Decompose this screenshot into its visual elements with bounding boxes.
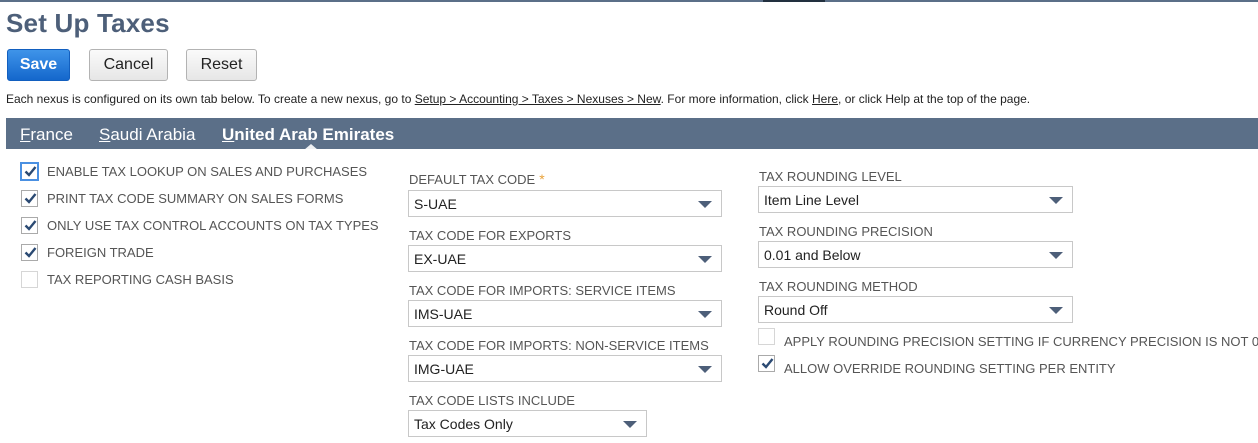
dropdown-arrow-icon (1049, 307, 1063, 314)
tab-united-arab-emirates[interactable]: United Arab Emirates (222, 125, 394, 145)
print-tax-code-summary-label: PRINT TAX CODE SUMMARY ON SALES FORMS (47, 191, 344, 206)
foreign-trade-checkbox[interactable] (21, 244, 38, 261)
default-tax-code-label-text: DEFAULT TAX CODE (409, 172, 536, 187)
default-tax-code-select[interactable]: S-UAE (408, 190, 722, 217)
apply-rounding-precision-checkbox[interactable] (758, 328, 775, 345)
info-text-after: , or click Help at the top of the page. (838, 92, 1031, 106)
tax-rounding-method-value: Round Off (764, 301, 828, 318)
required-marker: * (539, 171, 545, 187)
tax-code-lists-include-label: TAX CODE LISTS INCLUDE (409, 393, 575, 408)
tax-reporting-cash-basis-checkbox[interactable] (21, 271, 38, 288)
apply-rounding-precision-label: APPLY ROUNDING PRECISION SETTING IF CURR… (784, 334, 1258, 349)
tax-code-lists-include-value: Tax Codes Only (414, 415, 513, 432)
dropdown-arrow-icon (698, 311, 712, 318)
tab-uae-label: nited Arab Emirates (234, 125, 395, 144)
tax-reporting-cash-basis-label: TAX REPORTING CASH BASIS (47, 272, 234, 287)
cancel-button[interactable]: Cancel (89, 49, 168, 81)
info-text-before: Each nexus is configured on its own tab … (6, 92, 415, 106)
dropdown-arrow-icon (1049, 252, 1063, 259)
default-tax-code-value: S-UAE (414, 195, 457, 212)
checkmark-icon (24, 220, 37, 231)
only-use-tax-control-row: ONLY USE TAX CONTROL ACCOUNTS ON TAX TYP… (21, 217, 379, 234)
tab-saudi-arabia[interactable]: Saudi Arabia (99, 125, 195, 145)
page-title: Set Up Taxes (6, 8, 170, 38)
tax-rounding-precision-select[interactable]: 0.01 and Below (758, 241, 1073, 268)
save-button[interactable]: Save (7, 49, 70, 81)
default-tax-code-label: DEFAULT TAX CODE * (409, 171, 545, 187)
tax-reporting-cash-basis-row: TAX REPORTING CASH BASIS (21, 271, 234, 288)
tax-rounding-method-label: TAX ROUNDING METHOD (759, 279, 918, 294)
tab-saudi-arabia-label: audi Arabia (110, 125, 196, 144)
apply-rounding-precision-row: APPLY ROUNDING PRECISION SETTING IF CURR… (758, 328, 1258, 349)
tab-france[interactable]: France (20, 125, 73, 145)
allow-override-rounding-checkbox[interactable] (758, 355, 775, 372)
tax-code-lists-include-select[interactable]: Tax Codes Only (408, 410, 647, 437)
tax-rounding-level-label: TAX ROUNDING LEVEL (759, 169, 902, 184)
dropdown-arrow-icon (698, 256, 712, 263)
tax-rounding-precision-value: 0.01 and Below (764, 246, 861, 263)
tax-code-imports-nonservice-select[interactable]: IMG-UAE (408, 355, 722, 382)
allow-override-rounding-label: ALLOW OVERRIDE ROUNDING SETTING PER ENTI… (784, 361, 1116, 376)
info-text: Each nexus is configured on its own tab … (6, 92, 1030, 106)
allow-override-rounding-row: ALLOW OVERRIDE ROUNDING SETTING PER ENTI… (758, 355, 1116, 376)
checkmark-icon (24, 166, 37, 177)
tax-code-exports-value: EX-UAE (414, 250, 467, 267)
dropdown-arrow-icon (698, 366, 712, 373)
tax-code-exports-select[interactable]: EX-UAE (408, 245, 722, 272)
tax-rounding-level-select[interactable]: Item Line Level (758, 186, 1073, 213)
print-tax-code-summary-checkbox[interactable] (21, 190, 38, 207)
enable-tax-lookup-checkbox[interactable] (20, 162, 39, 181)
top-border-highlight (763, 0, 825, 2)
help-here-link[interactable]: Here (812, 92, 838, 106)
dropdown-arrow-icon (623, 421, 637, 428)
checkmark-icon (24, 193, 37, 204)
checkmark-icon (24, 247, 37, 258)
enable-tax-lookup-label: ENABLE TAX LOOKUP ON SALES AND PURCHASES (47, 164, 368, 179)
tab-uae-mnemonic: U (222, 125, 235, 144)
tax-code-imports-service-select[interactable]: IMS-UAE (408, 300, 722, 327)
foreign-trade-row: FOREIGN TRADE (21, 244, 154, 261)
tax-code-exports-label: TAX CODE FOR EXPORTS (409, 228, 572, 243)
tax-rounding-method-select[interactable]: Round Off (758, 296, 1073, 323)
checkmark-icon (761, 358, 774, 369)
tax-code-imports-service-value: IMS-UAE (414, 305, 473, 322)
print-tax-code-summary-row: PRINT TAX CODE SUMMARY ON SALES FORMS (21, 190, 343, 207)
tax-code-imports-nonservice-value: IMG-UAE (414, 360, 474, 377)
only-use-tax-control-checkbox[interactable] (21, 217, 38, 234)
setup-nexus-link[interactable]: Setup > Accounting > Taxes > Nexuses > N… (415, 92, 661, 106)
tax-code-imports-nonservice-label: TAX CODE FOR IMPORTS: NON-SERVICE ITEMS (409, 338, 709, 353)
foreign-trade-label: FOREIGN TRADE (47, 245, 154, 260)
info-text-middle: . For more information, click (660, 92, 813, 106)
tax-code-imports-service-label: TAX CODE FOR IMPORTS: SERVICE ITEMS (409, 283, 676, 298)
tab-saudi-arabia-mnemonic: S (99, 125, 111, 144)
tab-france-label: rance (30, 125, 73, 144)
reset-button[interactable]: Reset (186, 49, 257, 81)
top-border (0, 0, 1258, 2)
dropdown-arrow-icon (1049, 197, 1063, 204)
dropdown-arrow-icon (698, 201, 712, 208)
nexus-tab-bar: France Saudi Arabia United Arab Emirates (6, 118, 1258, 150)
tax-rounding-precision-label: TAX ROUNDING PRECISION (759, 224, 933, 239)
tab-france-mnemonic: F (20, 125, 31, 144)
enable-tax-lookup-row: ENABLE TAX LOOKUP ON SALES AND PURCHASES (20, 162, 368, 181)
tax-rounding-level-value: Item Line Level (764, 191, 859, 208)
only-use-tax-control-label: ONLY USE TAX CONTROL ACCOUNTS ON TAX TYP… (47, 218, 379, 233)
